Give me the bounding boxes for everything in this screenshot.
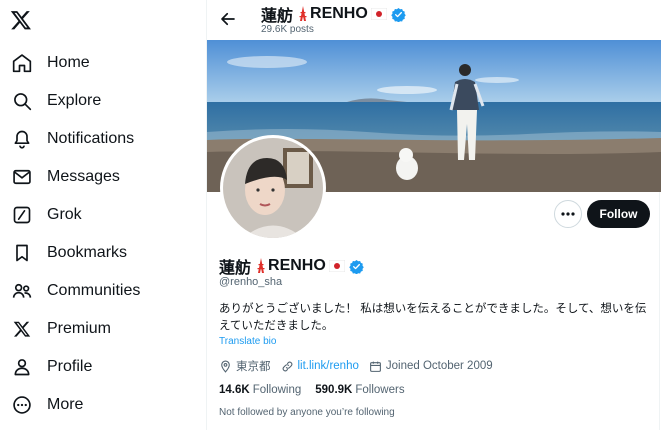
follow-stats: 14.6K Following 590.9K Followers: [219, 384, 419, 396]
sidebar-item-label: Explore: [47, 92, 102, 109]
post-count: 29.6K posts: [261, 24, 314, 35]
bookmark-icon: [12, 243, 32, 263]
sidebar-item-communities[interactable]: Communities: [12, 276, 140, 306]
sidebar-item-grok[interactable]: Grok: [12, 200, 82, 230]
following-label: Following: [252, 384, 302, 396]
bell-icon: [12, 129, 32, 149]
header-name-text: 蓮舫: [261, 8, 294, 25]
translate-bio-link[interactable]: Translate bio: [219, 336, 276, 347]
following-stat[interactable]: 14.6K Following: [219, 384, 301, 396]
person-icon: [12, 357, 32, 377]
profile-bio: ありがとうございました！ 私は想いを伝えることができました。そして、想いを伝えて…: [219, 303, 647, 332]
sidebar-item-premium[interactable]: Premium: [12, 314, 111, 344]
location-text: 東京都: [236, 361, 271, 373]
profile-display-name: 蓮舫 RENHO: [219, 254, 364, 278]
profile-name-text: 蓮舫: [219, 260, 252, 277]
grok-icon: [12, 205, 32, 225]
header-name-suffix: RENHO: [310, 5, 368, 22]
sidebar-item-notifications[interactable]: Notifications: [12, 124, 134, 154]
following-count: 14.6K: [219, 384, 250, 396]
not-followed-note: Not followed by anyone you’re following: [219, 407, 395, 418]
more-circle-icon: [12, 395, 32, 415]
sidebar-item-label: Grok: [47, 206, 82, 223]
profile-name-suffix: RENHO: [268, 257, 326, 274]
x-logo-icon: [12, 319, 32, 339]
profile-avatar[interactable]: [220, 135, 326, 241]
profile-column: 蓮舫 RENHO 29.6K posts Follow 蓮舫 RENHO @re…: [206, 0, 661, 430]
sidebar-item-label: Notifications: [47, 130, 135, 147]
profile-header-bar: 蓮舫 RENHO 29.6K posts: [207, 0, 661, 40]
sidebar-item-home[interactable]: Home: [12, 48, 90, 78]
home-icon: [12, 53, 32, 73]
sidebar-item-label: Profile: [47, 358, 93, 375]
joined-item: Joined October 2009: [369, 360, 493, 373]
followers-label: Followers: [355, 384, 405, 396]
location-pin-icon: [221, 360, 230, 373]
website-item: lit.link/renho: [281, 360, 359, 373]
more-options-button[interactable]: [554, 200, 582, 228]
sidebar-item-explore[interactable]: Explore: [12, 86, 101, 116]
sidebar-item-label: Bookmarks: [47, 244, 128, 261]
verified-badge-icon[interactable]: [349, 259, 364, 274]
more-dots-icon: [561, 212, 575, 216]
followers-count: 590.9K: [315, 384, 353, 396]
search-icon: [12, 91, 32, 111]
sidebar-item-messages[interactable]: Messages: [12, 162, 120, 192]
follow-button[interactable]: Follow: [587, 200, 650, 228]
sidebar-item-label: More: [47, 396, 84, 413]
sidebar-nav: Home Explore Notifications Messages Grok…: [0, 0, 205, 430]
sidebar-item-more[interactable]: More: [12, 390, 83, 420]
tokyo-tower-icon: [254, 258, 268, 274]
sidebar-item-label: Messages: [47, 168, 120, 185]
followers-stat[interactable]: 590.9K Followers: [315, 384, 404, 396]
location-item: 東京都: [219, 358, 271, 374]
link-icon: [282, 361, 292, 371]
sidebar-item-profile[interactable]: Profile: [12, 352, 92, 382]
profile-meta: 東京都 lit.link/renho Joined October 2009: [219, 358, 503, 374]
envelope-icon: [12, 167, 32, 187]
verified-badge-icon[interactable]: [391, 7, 406, 22]
sidebar-item-label: Premium: [47, 320, 112, 337]
calendar-icon: [369, 361, 381, 372]
profile-handle: @renho_sha: [219, 276, 283, 288]
joined-text: Joined October 2009: [385, 360, 493, 372]
japan-flag-icon: [328, 260, 345, 272]
sidebar-item-bookmarks[interactable]: Bookmarks: [12, 238, 127, 268]
people-icon: [12, 281, 32, 301]
sidebar-item-label: Communities: [47, 282, 141, 299]
x-logo-icon[interactable]: [10, 9, 34, 33]
tokyo-tower-icon: [296, 6, 310, 22]
japan-flag-icon: [370, 8, 387, 20]
website-link[interactable]: lit.link/renho: [298, 360, 359, 372]
back-arrow-icon[interactable]: [219, 10, 237, 28]
header-display-name: 蓮舫 RENHO: [261, 2, 406, 26]
sidebar-item-label: Home: [47, 54, 90, 71]
